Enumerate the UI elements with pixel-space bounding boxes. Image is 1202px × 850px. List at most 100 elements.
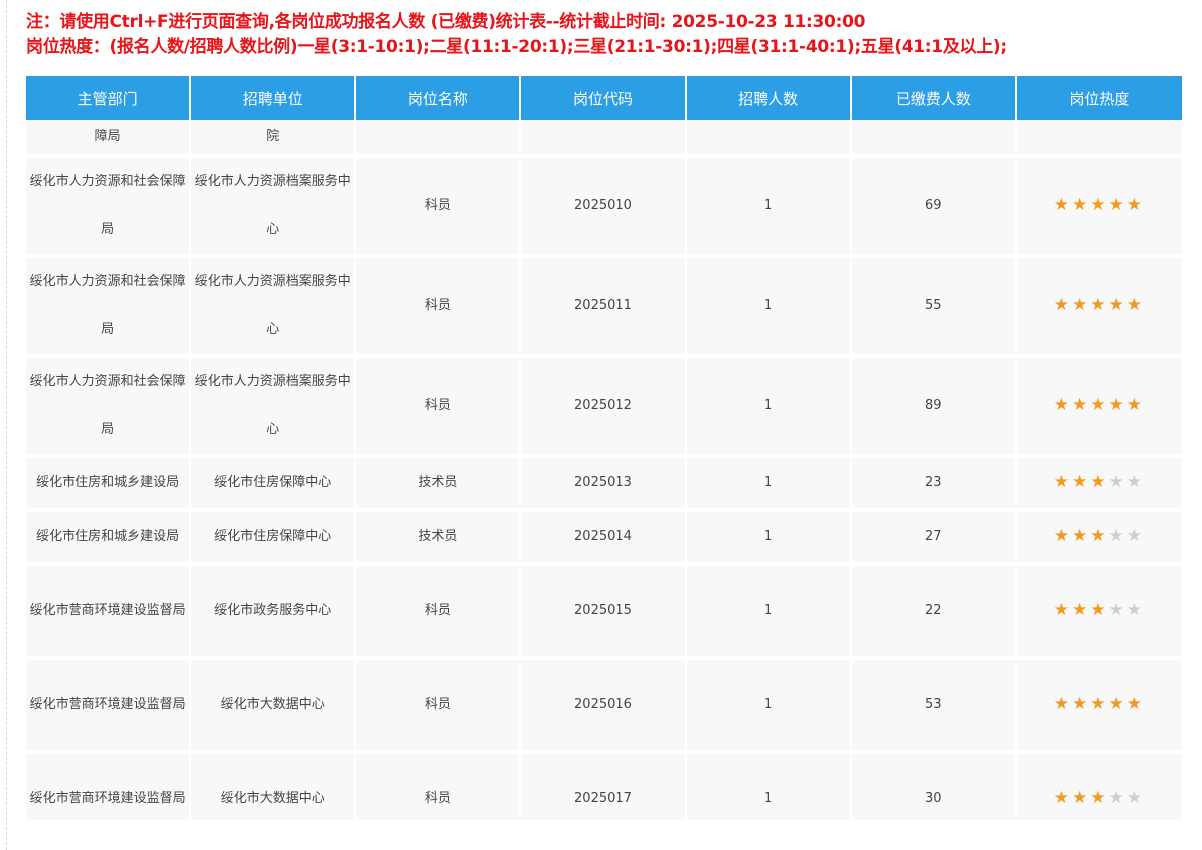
star-empty-icon: ★: [1126, 526, 1146, 546]
cell-hires: 1: [686, 512, 852, 566]
cell-unit: 绥化市人力资源档案服务中心: [191, 358, 357, 458]
star-filled-icon: ★: [1090, 195, 1109, 215]
star-filled-icon: ★: [1072, 788, 1091, 808]
star-filled-icon: ★: [1090, 295, 1109, 315]
notes-line-1: 注：请使用Ctrl+F进行页面查询,各岗位成功报名人数 (已缴费)统计表--统计…: [26, 12, 866, 32]
cell-unit: 院: [191, 120, 357, 158]
star-filled-icon: ★: [1126, 694, 1146, 714]
star-filled-icon: ★: [1090, 395, 1109, 415]
star-empty-icon: ★: [1108, 788, 1127, 808]
table-body: 障局院绥化市人力资源和社会保障局 绥化市人力资源档案服务中心 科员 2025010 1 6…: [26, 120, 1182, 820]
star-filled-icon: ★: [1090, 788, 1109, 808]
column-header-code: 岗位代码: [521, 76, 687, 120]
cell-unit: 绥化市政务服务中心: [191, 566, 357, 660]
star-filled-icon: ★: [1090, 600, 1109, 620]
star-empty-icon: ★: [1126, 788, 1146, 808]
stats-table-viewport[interactable]: 主管部门 招聘单位 岗位名称 岗位代码 招聘人数 已缴费人数 岗位热度 障局院绥…: [26, 76, 1182, 820]
cell-hires: 1: [686, 566, 852, 660]
table-header-row: 主管部门 招聘单位 岗位名称 岗位代码 招聘人数 已缴费人数 岗位热度: [26, 76, 1182, 120]
column-header-unit: 招聘单位: [191, 76, 357, 120]
cell-code: 2025013: [521, 458, 687, 512]
cell-hires: 1: [686, 458, 852, 512]
cell-dept: 障局: [26, 120, 192, 158]
cell-code: 2025011: [521, 258, 687, 358]
cell-dept: 绥化市住房和城乡建设局: [26, 512, 192, 566]
cell-position: 科员: [356, 566, 522, 660]
cell-position: 科员: [356, 358, 522, 458]
cell-popularity: ★★★★★: [1016, 754, 1182, 820]
cell-paid: [851, 120, 1017, 158]
table-row: 绥化市住房和城乡建设局 绥化市住房保障中心 技术员 2025013 1 23 ★★★★★: [26, 458, 1182, 512]
star-filled-icon: ★: [1072, 526, 1091, 546]
table-row: 绥化市人力资源和社会保障局 绥化市人力资源档案服务中心 科员 2025012 1 89 ★★…: [26, 358, 1182, 458]
star-empty-icon: ★: [1126, 472, 1146, 492]
star-filled-icon: ★: [1053, 600, 1073, 620]
table-row: 绥化市人力资源和社会保障局 绥化市人力资源档案服务中心 科员 2025010 1 69 ★★…: [26, 158, 1182, 258]
star-filled-icon: ★: [1053, 472, 1073, 492]
column-header-popularity: 岗位热度: [1016, 76, 1182, 120]
cell-unit: 绥化市人力资源档案服务中心: [191, 158, 357, 258]
cell-dept: 绥化市营商环境建设监督局: [26, 566, 192, 660]
cell-unit: 绥化市住房保障中心: [191, 512, 357, 566]
cell-dept: 绥化市人力资源和社会保障局: [26, 258, 192, 358]
notes: 注：请使用Ctrl+F进行页面查询,各岗位成功报名人数 (已缴费)统计表--统计…: [26, 10, 1007, 60]
cell-code: 2025015: [521, 566, 687, 660]
star-filled-icon: ★: [1126, 395, 1146, 415]
star-filled-icon: ★: [1053, 694, 1073, 714]
cell-position: 科员: [356, 258, 522, 358]
cell-code: [521, 120, 687, 158]
table-row: 绥化市人力资源和社会保障局 绥化市人力资源档案服务中心 科员 2025011 1 55 ★★…: [26, 258, 1182, 358]
cell-paid: 55: [851, 258, 1017, 358]
cell-paid: 89: [851, 358, 1017, 458]
cell-code: 2025017: [521, 754, 687, 820]
cell-paid: 27: [851, 512, 1017, 566]
notes-line-2: 岗位热度：(报名人数/招聘人数比例)一星(3:1-10:1);二星(11:1-2…: [26, 37, 1007, 57]
star-filled-icon: ★: [1053, 526, 1073, 546]
cell-popularity: ★★★★★: [1016, 158, 1182, 258]
cell-position: [356, 120, 522, 158]
cell-dept: 绥化市住房和城乡建设局: [26, 458, 192, 512]
star-filled-icon: ★: [1053, 195, 1073, 215]
star-filled-icon: ★: [1108, 195, 1127, 215]
table-row: 绥化市营商环境建设监督局 绥化市大数据中心 科员 2025017 1 30 ★★★★★: [26, 754, 1182, 820]
star-filled-icon: ★: [1072, 295, 1091, 315]
cell-popularity: [1016, 120, 1182, 158]
cell-code: 2025010: [521, 158, 687, 258]
star-filled-icon: ★: [1053, 395, 1073, 415]
star-filled-icon: ★: [1090, 472, 1109, 492]
table-row: 绥化市营商环境建设监督局 绥化市政务服务中心 科员 2025015 1 22 ★★★★★: [26, 566, 1182, 660]
cell-hires: 1: [686, 158, 852, 258]
cell-paid: 23: [851, 458, 1017, 512]
cell-popularity: ★★★★★: [1016, 566, 1182, 660]
star-filled-icon: ★: [1108, 395, 1127, 415]
cell-hires: 1: [686, 358, 852, 458]
page-border: [6, 0, 7, 850]
star-filled-icon: ★: [1090, 526, 1109, 546]
table-row: 障局院: [26, 120, 1182, 158]
cell-hires: 1: [686, 754, 852, 820]
cell-position: 科员: [356, 754, 522, 820]
cell-hires: [686, 120, 852, 158]
star-filled-icon: ★: [1126, 195, 1146, 215]
star-filled-icon: ★: [1072, 694, 1091, 714]
cell-unit: 绥化市住房保障中心: [191, 458, 357, 512]
cell-position: 技术员: [356, 458, 522, 512]
table-row: 绥化市住房和城乡建设局 绥化市住房保障中心 技术员 2025014 1 27 ★★★★★: [26, 512, 1182, 566]
star-empty-icon: ★: [1126, 600, 1146, 620]
cell-unit: 绥化市大数据中心: [191, 660, 357, 754]
cell-unit: 绥化市人力资源档案服务中心: [191, 258, 357, 358]
star-filled-icon: ★: [1053, 295, 1073, 315]
column-header-hires: 招聘人数: [686, 76, 852, 120]
cell-hires: 1: [686, 660, 852, 754]
table-row: 绥化市营商环境建设监督局 绥化市大数据中心 科员 2025016 1 53 ★★★★★: [26, 660, 1182, 754]
star-empty-icon: ★: [1108, 472, 1127, 492]
column-header-paid: 已缴费人数: [851, 76, 1017, 120]
cell-code: 2025014: [521, 512, 687, 566]
star-empty-icon: ★: [1108, 600, 1127, 620]
cell-unit: 绥化市大数据中心: [191, 754, 357, 820]
cell-code: 2025016: [521, 660, 687, 754]
cell-dept: 绥化市营商环境建设监督局: [26, 660, 192, 754]
cell-popularity: ★★★★★: [1016, 512, 1182, 566]
column-header-dept: 主管部门: [26, 76, 192, 120]
star-filled-icon: ★: [1072, 195, 1091, 215]
